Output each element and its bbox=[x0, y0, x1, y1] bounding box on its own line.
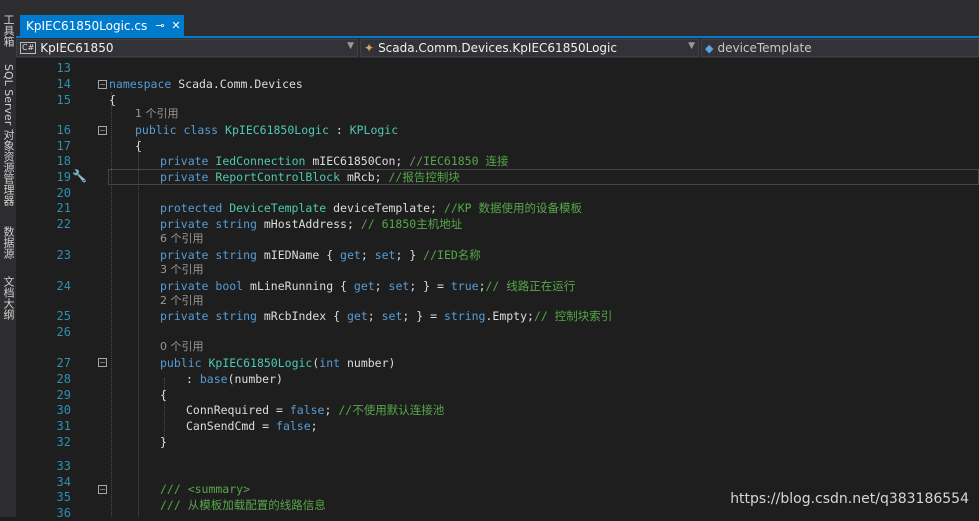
csharp-project-icon: C# bbox=[20, 42, 37, 54]
project-name: KpIEC61850 bbox=[40, 41, 114, 55]
navigation-bar: C# KpIEC61850 ▼ ✦ Scada.Comm.Devices.KpI… bbox=[16, 38, 979, 58]
watermark: https://blog.csdn.net/q383186554 bbox=[730, 491, 969, 507]
line-number: 15 bbox=[56, 93, 71, 107]
reference-count[interactable]: 3 个引用 bbox=[160, 262, 204, 278]
member-name: deviceTemplate bbox=[717, 41, 812, 55]
side-tool-strip: 工具箱 SQL Server 对象资源管理器 数据源 文档大纲 bbox=[0, 0, 16, 517]
indent-guide bbox=[138, 138, 139, 517]
code-line-25: private string mRcbIndex { get; set; } =… bbox=[160, 309, 613, 323]
member-dropdown[interactable]: ◆ deviceTemplate bbox=[701, 39, 979, 57]
collapse-icon[interactable]: − bbox=[98, 80, 107, 89]
line-number: 26 bbox=[56, 325, 71, 339]
line-number: 20 bbox=[56, 186, 71, 200]
collapse-icon[interactable]: − bbox=[98, 485, 107, 494]
toolbox-tab[interactable]: 工具箱 bbox=[0, 14, 16, 47]
line-number: 31 bbox=[56, 419, 71, 433]
line-number: 25 bbox=[56, 309, 71, 323]
line-number: 16 bbox=[56, 123, 71, 137]
code-line-24: private bool mLineRunning { get; set; } … bbox=[160, 279, 576, 293]
code-line-31: CanSendCmd = false; bbox=[186, 419, 318, 433]
line-number: 18 bbox=[56, 154, 71, 168]
reference-count[interactable]: 6 个引用 bbox=[160, 231, 204, 247]
line-number: 19 bbox=[56, 170, 71, 184]
line-number: 29 bbox=[56, 388, 71, 402]
code-line-17: { bbox=[135, 139, 142, 153]
line-number: 13 bbox=[56, 61, 71, 75]
class-dropdown[interactable]: ✦ Scada.Comm.Devices.KpIEC61850Logic ▼ bbox=[360, 39, 699, 57]
code-line-21: protected DeviceTemplate deviceTemplate;… bbox=[160, 201, 583, 215]
line-number: 14 bbox=[56, 77, 71, 91]
wrench-icon[interactable]: 🔧 bbox=[72, 169, 87, 183]
pin-icon[interactable]: ⊸ bbox=[152, 19, 168, 32]
reference-count[interactable]: 0 个引用 bbox=[160, 339, 204, 355]
line-number: 32 bbox=[56, 435, 71, 449]
code-line-23: private string mIEDName { get; set; } //… bbox=[160, 248, 481, 262]
chevron-down-icon: ▼ bbox=[688, 41, 695, 51]
code-line-22: private string mHostAddress; // 61850主机地… bbox=[160, 217, 463, 231]
line-number: 35 bbox=[56, 490, 71, 504]
line-number: 28 bbox=[56, 372, 71, 386]
tab-label: KpIEC61850Logic.cs bbox=[26, 18, 148, 33]
field-icon: ◆ bbox=[705, 41, 714, 55]
code-line-18: private IedConnection mIEC61850Con; //IE… bbox=[160, 154, 509, 168]
collapse-icon[interactable]: − bbox=[98, 358, 107, 367]
chevron-down-icon: ▼ bbox=[347, 41, 354, 51]
line-number: 21 bbox=[56, 201, 71, 215]
data-sources-tab[interactable]: 数据源 bbox=[0, 226, 16, 259]
line-number: 22 bbox=[56, 217, 71, 231]
code-line-32: } bbox=[160, 435, 167, 449]
collapse-icon[interactable]: − bbox=[98, 126, 107, 135]
line-number: 36 bbox=[56, 506, 71, 520]
indent-guide bbox=[111, 92, 112, 517]
line-number: 23 bbox=[56, 248, 71, 262]
code-line-15: { bbox=[109, 93, 116, 107]
tab-kpiec61850logic[interactable]: KpIEC61850Logic.cs ⊸ ✕ bbox=[20, 15, 184, 36]
class-icon: ✦ bbox=[364, 41, 375, 55]
reference-count[interactable]: 1 个引用 bbox=[135, 106, 179, 122]
line-number: 33 bbox=[56, 459, 71, 473]
code-editor[interactable]: 13 14 15 16 17 18 19 20 21 22 23 24 25 2… bbox=[16, 58, 979, 520]
line-number: 17 bbox=[56, 139, 71, 153]
line-number: 34 bbox=[56, 475, 71, 489]
code-line-28: : base(number) bbox=[186, 372, 283, 386]
code-line-27: public KpIEC61850Logic(int number) bbox=[160, 356, 396, 370]
tab-bar: KpIEC61850Logic.cs ⊸ ✕ bbox=[16, 0, 979, 36]
code-line-29: { bbox=[160, 388, 167, 402]
reference-count[interactable]: 2 个引用 bbox=[160, 293, 204, 309]
project-dropdown[interactable]: C# KpIEC61850 ▼ bbox=[16, 39, 358, 57]
code-line-16: public class KpIEC61850Logic : KPLogic bbox=[135, 123, 399, 137]
code-line-14: namespace Scada.Comm.Devices bbox=[109, 77, 303, 91]
document-outline-tab[interactable]: 文档大纲 bbox=[0, 276, 16, 320]
line-number: 24 bbox=[56, 279, 71, 293]
sql-server-explorer-tab[interactable]: SQL Server 对象资源管理器 bbox=[0, 64, 16, 206]
code-line-19: private ReportControlBlock mRcb; //报告控制块 bbox=[160, 170, 460, 184]
line-number: 27 bbox=[56, 356, 71, 370]
code-line-36: /// 从模板加载配置的线路信息 bbox=[160, 498, 326, 512]
code-line-35: /// <summary> bbox=[160, 482, 251, 496]
close-icon[interactable]: ✕ bbox=[168, 19, 184, 32]
class-name: Scada.Comm.Devices.KpIEC61850Logic bbox=[378, 41, 617, 55]
line-number: 30 bbox=[56, 403, 71, 417]
code-line-30: ConnRequired = false; //不使用默认连接池 bbox=[186, 403, 445, 417]
